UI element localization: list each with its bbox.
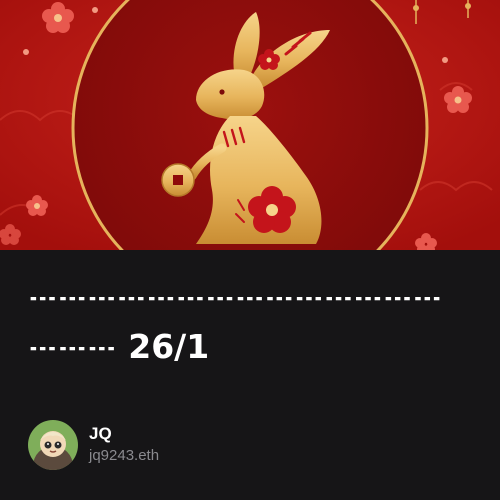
post-title[interactable]: 𝌀𝌀𝌀𝌀𝌀𝌀𝌀𝌀𝌀𝌀𝌀𝌀𝌀𝌀 𝌀𝌀𝌀 26/1 <box>28 272 500 372</box>
avatar[interactable] <box>28 420 78 470</box>
author-meta: JQ jq9243.eth <box>89 424 159 466</box>
cover-image[interactable] <box>0 0 500 250</box>
avatar-illustration <box>28 420 78 470</box>
author-block[interactable]: JQ jq9243.eth <box>28 420 159 470</box>
post-card[interactable]: 𝌀𝌀𝌀𝌀𝌀𝌀𝌀𝌀𝌀𝌀𝌀𝌀𝌀𝌀 𝌀𝌀𝌀 26/1 JQ jq9243.eth <box>0 0 500 500</box>
author-handle[interactable]: jq9243.eth <box>89 446 159 466</box>
rabbit-illustration <box>0 0 500 250</box>
post-title-line-1: 𝌀𝌀𝌀𝌀𝌀𝌀𝌀𝌀𝌀𝌀𝌀𝌀𝌀𝌀 <box>28 277 443 316</box>
post-title-line-2: 𝌀𝌀𝌀 26/1 <box>28 327 210 366</box>
author-name[interactable]: JQ <box>89 424 159 444</box>
